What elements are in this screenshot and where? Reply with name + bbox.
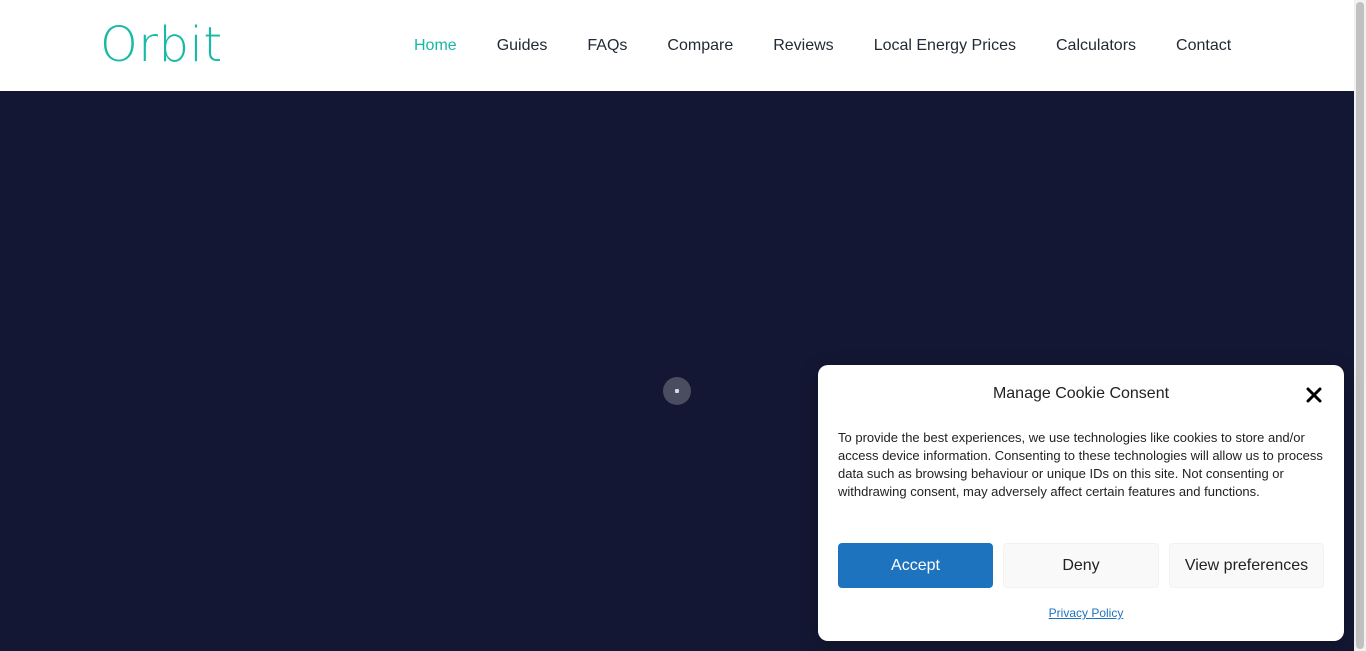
cookie-consent-title: Manage Cookie Consent	[992, 385, 1170, 402]
scrollbar-thumb[interactable]	[1356, 2, 1364, 649]
nav-item-home[interactable]: Home	[414, 37, 457, 55]
cookie-consent-text: To provide the best experiences, we use …	[838, 430, 1323, 499]
deny-button[interactable]: Deny	[1003, 543, 1159, 588]
cookie-consent-dialog: Manage Cookie Consent To provide the bes…	[818, 365, 1344, 641]
privacy-policy-link[interactable]: Privacy Policy	[1049, 606, 1124, 620]
close-icon[interactable]	[1302, 383, 1326, 407]
view-preferences-button[interactable]: View preferences	[1169, 543, 1324, 588]
site-logo[interactable]: Orbit	[100, 16, 223, 74]
main-nav: Home Guides FAQs Compare Reviews Local E…	[414, 0, 1231, 91]
nav-item-reviews[interactable]: Reviews	[773, 37, 833, 55]
loader-dot	[675, 389, 679, 393]
nav-item-calculators[interactable]: Calculators	[1056, 37, 1136, 55]
privacy-link-row: Privacy Policy	[818, 604, 1354, 622]
site-header: Orbit Home Guides FAQs Compare Reviews L…	[0, 0, 1354, 91]
nav-item-faqs[interactable]: FAQs	[587, 37, 627, 55]
loading-spinner-icon	[663, 377, 691, 405]
nav-item-contact[interactable]: Contact	[1176, 37, 1231, 55]
page: Orbit Home Guides FAQs Compare Reviews L…	[0, 0, 1366, 651]
accept-button[interactable]: Accept	[838, 543, 993, 588]
nav-item-guides[interactable]: Guides	[497, 37, 548, 55]
nav-item-compare[interactable]: Compare	[667, 37, 733, 55]
nav-item-local-energy-prices[interactable]: Local Energy Prices	[874, 37, 1016, 55]
page-scrollbar[interactable]	[1354, 0, 1366, 651]
